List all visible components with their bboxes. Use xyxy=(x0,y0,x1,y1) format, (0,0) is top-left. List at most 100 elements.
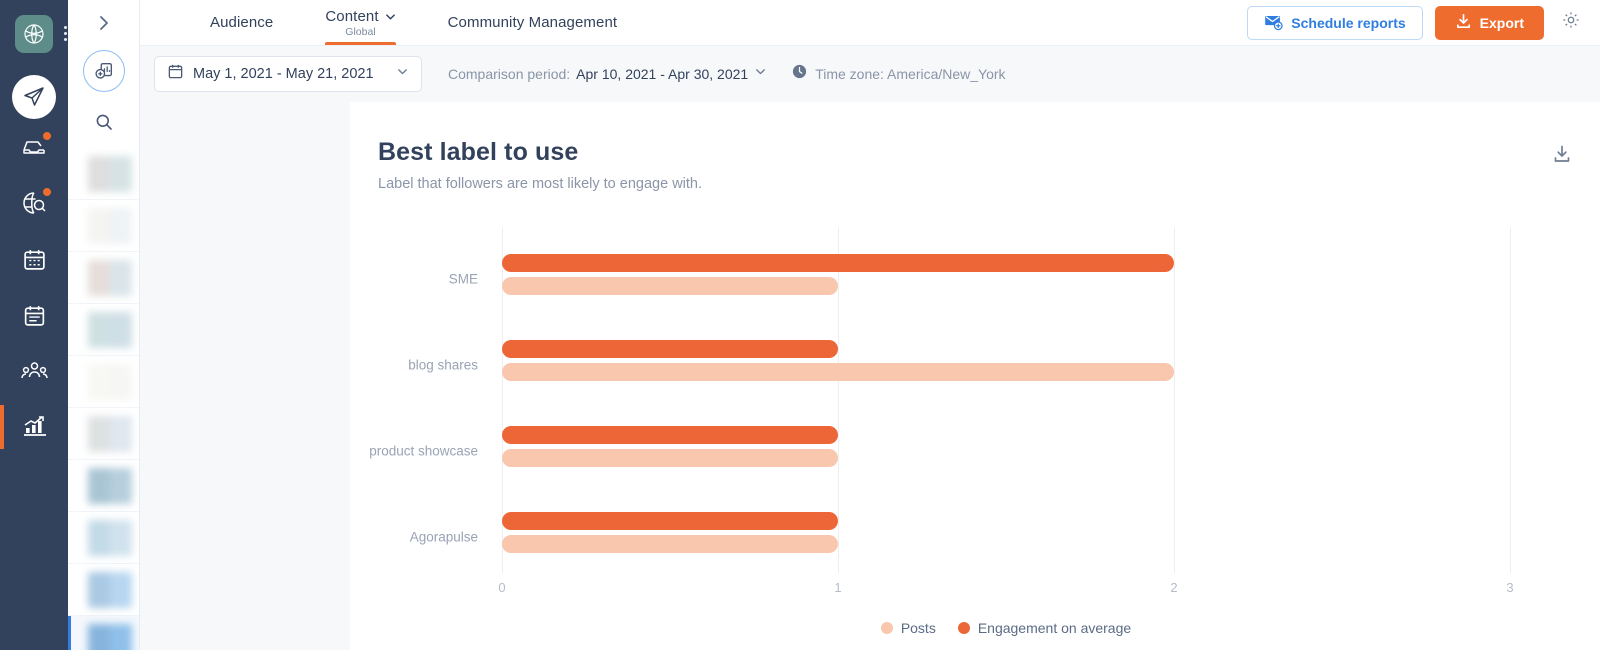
bar-engagement[interactable] xyxy=(502,339,838,358)
topnav-actions: Schedule reports Export xyxy=(1247,0,1586,45)
notification-badge xyxy=(42,187,52,197)
sidebar-item-team[interactable] xyxy=(0,343,68,399)
x-axis-tick: 2 xyxy=(1170,580,1178,595)
list-item[interactable] xyxy=(68,512,139,564)
chevron-down-icon xyxy=(754,65,767,83)
list-item[interactable] xyxy=(68,304,139,356)
legend-label: Engagement on average xyxy=(977,620,1132,636)
profile-avatar xyxy=(88,416,132,452)
bar-posts[interactable] xyxy=(502,449,838,468)
chevron-down-icon xyxy=(396,65,409,83)
download-chart-button[interactable] xyxy=(1552,144,1572,169)
y-axis-label: product showcase xyxy=(369,443,478,459)
settings-button[interactable] xyxy=(1556,8,1586,38)
filter-bar: May 1, 2021 - May 21, 2021 Comparison pe… xyxy=(140,46,1600,102)
y-axis-label: SME xyxy=(448,271,478,287)
sidebar-item-listening[interactable] xyxy=(0,175,68,231)
top-navigation: Audience Content Global Community Manage… xyxy=(140,0,1600,46)
bar-engagement[interactable] xyxy=(502,253,1174,272)
list-item[interactable] xyxy=(68,252,139,304)
y-axis-label: blog shares xyxy=(408,357,478,373)
bar-engagement[interactable] xyxy=(502,512,838,531)
export-button[interactable]: Export xyxy=(1434,5,1544,40)
sidebar-item-reports[interactable] xyxy=(0,399,68,455)
timezone-label: Time zone: America/New_York xyxy=(815,66,1006,82)
legend-item[interactable]: Engagement on average xyxy=(957,620,1132,636)
y-axis-label: Agorapulse xyxy=(409,529,478,545)
tab-content[interactable]: Content Global xyxy=(299,0,421,45)
date-range-picker[interactable]: May 1, 2021 - May 21, 2021 xyxy=(154,56,422,92)
profile-avatar xyxy=(88,520,132,556)
download-icon xyxy=(1552,145,1572,168)
app-root: Audience Content Global Community Manage… xyxy=(0,0,1600,650)
sidebar-item-content-queue[interactable] xyxy=(0,287,68,343)
tab-community-management[interactable]: Community Management xyxy=(422,0,644,45)
card-header: Best label to use Label that followers a… xyxy=(350,102,1600,192)
list-item[interactable] xyxy=(68,148,139,200)
bar-posts[interactable] xyxy=(502,362,1174,381)
sidebar-item-calendar[interactable] xyxy=(0,231,68,287)
comparison-period-selector[interactable]: Comparison period: Apr 10, 2021 - Apr 30… xyxy=(448,65,767,83)
clock-icon xyxy=(791,63,808,85)
legend-color-swatch xyxy=(880,622,893,634)
x-axis-tick: 1 xyxy=(834,580,842,595)
bar-posts[interactable] xyxy=(502,276,838,295)
list-item[interactable] xyxy=(68,408,139,460)
list-item[interactable] xyxy=(68,200,139,252)
profile-avatar xyxy=(88,208,132,244)
chart-legend: Posts Engagement on average xyxy=(502,620,1510,636)
kebab-menu-icon[interactable] xyxy=(64,26,67,41)
profile-list[interactable] xyxy=(68,148,139,650)
profile-avatar xyxy=(88,260,132,296)
timezone-display: Time zone: America/New_York xyxy=(791,63,1006,85)
date-range-value: May 1, 2021 - May 21, 2021 xyxy=(193,66,374,82)
tab-community-management-label: Community Management xyxy=(447,14,618,31)
add-profile-button[interactable] xyxy=(82,50,125,92)
download-icon xyxy=(1455,13,1472,33)
calendar-icon xyxy=(167,63,184,85)
profile-avatar xyxy=(88,624,132,650)
search-profiles-button[interactable] xyxy=(68,98,139,146)
page-title: Best label to use xyxy=(378,138,579,166)
card-subtitle: Label that followers are most likely to … xyxy=(378,176,703,192)
profile-avatar xyxy=(88,312,132,348)
tab-audience[interactable]: Audience xyxy=(184,0,299,45)
expand-panel-button[interactable] xyxy=(68,0,139,46)
mail-add-icon xyxy=(1264,12,1283,34)
schedule-reports-button[interactable]: Schedule reports xyxy=(1247,5,1423,40)
list-item[interactable] xyxy=(68,356,139,408)
comparison-period-value: Apr 10, 2021 - Apr 30, 2021 xyxy=(576,66,749,82)
bar-posts[interactable] xyxy=(502,535,838,554)
main-content: Audience Content Global Community Manage… xyxy=(140,0,1600,650)
notification-badge xyxy=(42,131,52,141)
bar-engagement[interactable] xyxy=(502,426,838,445)
schedule-reports-label: Schedule reports xyxy=(1291,14,1406,31)
profiles-panel xyxy=(68,0,140,650)
chevron-down-icon xyxy=(385,13,395,20)
profile-avatar xyxy=(88,468,132,504)
profile-avatar xyxy=(88,156,132,192)
plot-area: SME blog shares product showcase Agorapulse… xyxy=(369,228,1514,636)
bar-chart: SME blog shares product showcase Agorapulse… xyxy=(350,220,1600,650)
gear-icon xyxy=(1561,10,1581,35)
legend-label: Posts xyxy=(900,620,936,636)
tab-content-sublabel: Global xyxy=(345,25,376,38)
x-axis-tick: 3 xyxy=(1506,580,1514,595)
list-item[interactable] xyxy=(68,564,139,616)
primary-sidebar xyxy=(0,0,68,650)
profile-avatar xyxy=(88,364,132,400)
list-item[interactable] xyxy=(68,460,139,512)
export-label: Export xyxy=(1479,14,1524,31)
profile-avatar xyxy=(88,572,132,608)
app-logo[interactable] xyxy=(15,15,67,53)
comparison-period-label: Comparison period: xyxy=(448,66,571,82)
sidebar-item-inbox[interactable] xyxy=(0,119,68,175)
x-axis-tick: 0 xyxy=(498,580,506,595)
sidebar-item-compose[interactable] xyxy=(12,75,56,119)
gridline xyxy=(838,228,839,573)
legend-item[interactable]: Posts xyxy=(880,620,936,636)
gridline xyxy=(1510,228,1511,573)
list-item[interactable] xyxy=(68,616,139,650)
tab-audience-label: Audience xyxy=(210,14,274,31)
report-card: Best label to use Label that followers a… xyxy=(350,102,1600,650)
